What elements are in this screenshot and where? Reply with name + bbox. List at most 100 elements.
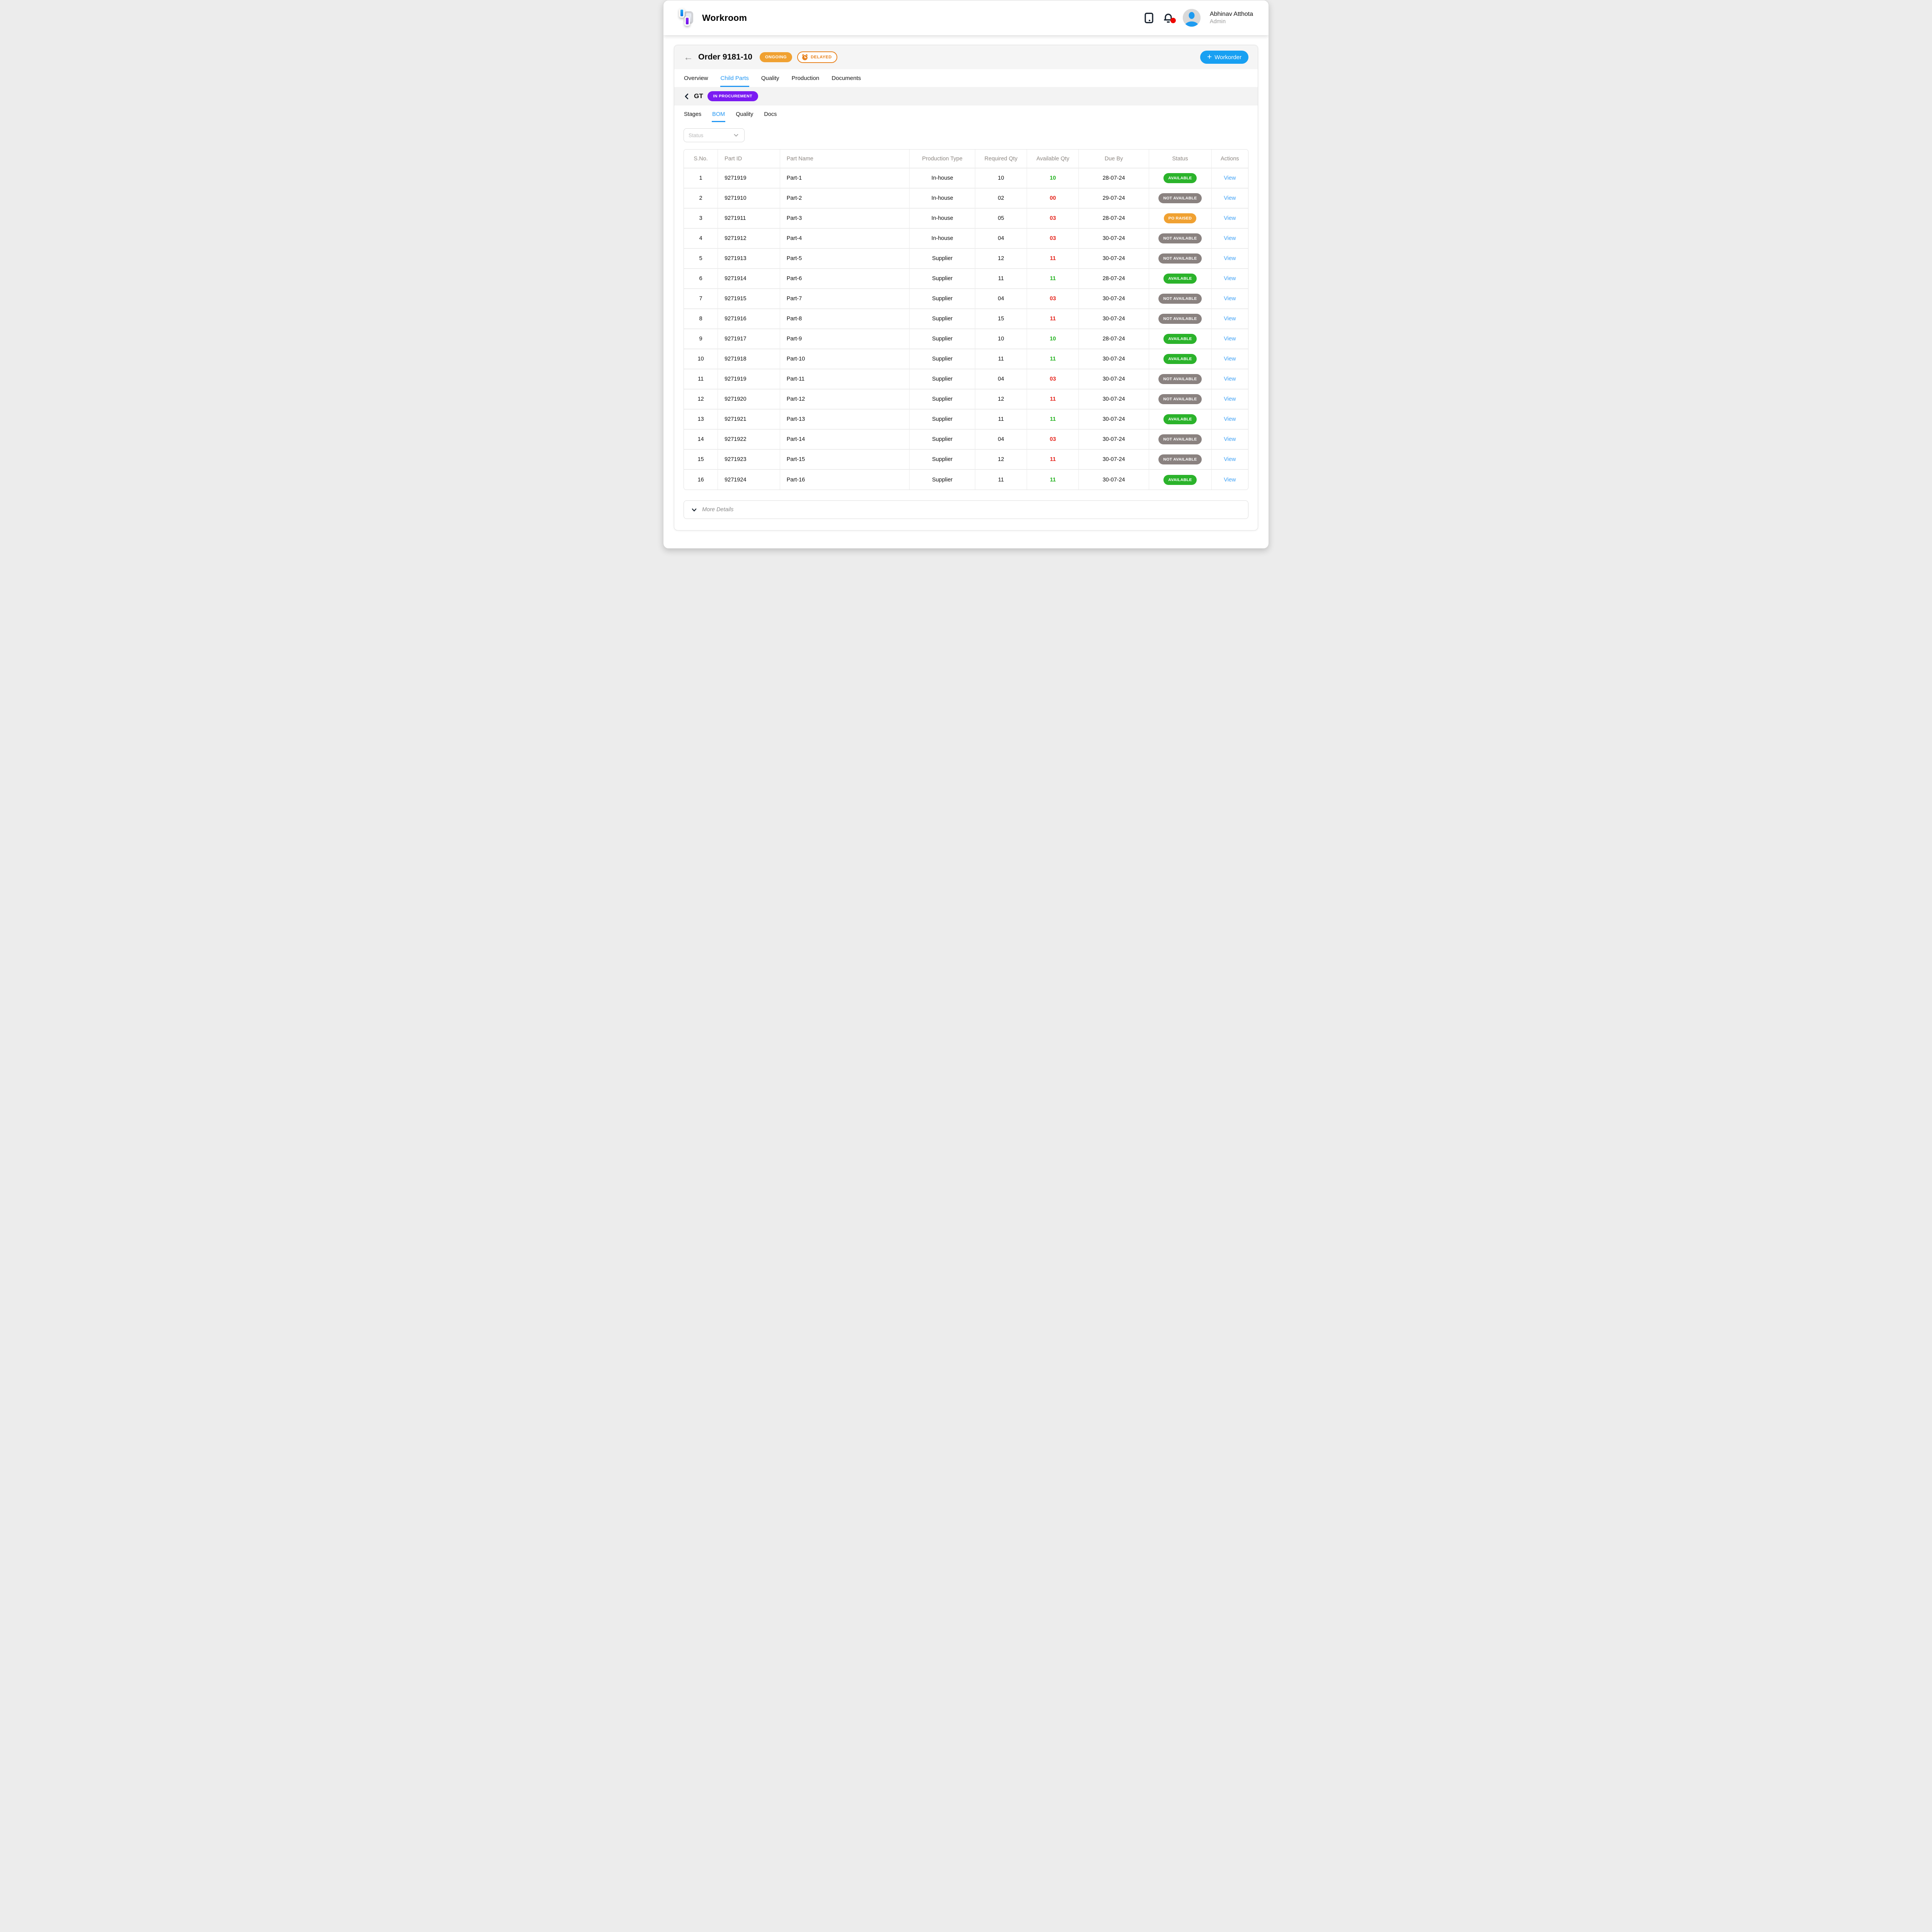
status-badge: NOT AVAILABLE [1158,434,1201,444]
view-link[interactable]: View [1224,477,1236,483]
cell-due-by: 30-07-24 [1079,248,1149,269]
cell-part-name: Part-8 [780,309,910,329]
table-row: 3 9271911 Part-3 In-house 05 03 28-07-24… [684,208,1248,228]
view-link[interactable]: View [1224,456,1236,463]
tab-child-parts[interactable]: Child Parts [720,69,749,87]
cell-production-type: Supplier [910,369,975,389]
view-link[interactable]: View [1224,175,1236,181]
cell-status: AVAILABLE [1149,168,1211,188]
cell-available-qty: 11 [1027,269,1079,289]
cell-due-by: 28-07-24 [1079,208,1149,228]
tab-quality[interactable]: Quality [761,69,780,87]
cell-sno: 14 [684,429,718,449]
cell-sno: 2 [684,188,718,208]
view-link[interactable]: View [1224,255,1236,262]
view-link[interactable]: View [1224,396,1236,402]
view-link[interactable]: View [1224,296,1236,302]
cell-actions: View [1211,409,1248,429]
cell-actions: View [1211,389,1248,409]
status-badge: NOT AVAILABLE [1158,294,1201,304]
child-part-header: GT IN PROCUREMENT [674,87,1258,105]
plus-icon: + [1207,53,1212,61]
cell-status: NOT AVAILABLE [1149,449,1211,469]
cell-actions: View [1211,289,1248,309]
view-link[interactable]: View [1224,215,1236,221]
cell-required-qty: 05 [975,208,1027,228]
bell-icon[interactable] [1163,12,1173,24]
more-details-toggle[interactable]: More Details [684,500,1248,519]
chevron-left-icon[interactable] [684,93,690,100]
tab-documents[interactable]: Documents [831,69,861,87]
view-link[interactable]: View [1224,416,1236,422]
view-link[interactable]: View [1224,376,1236,382]
cell-production-type: Supplier [910,449,975,469]
notification-dot [1170,18,1176,23]
cell-part-name: Part-10 [780,349,910,369]
cell-status: AVAILABLE [1149,269,1211,289]
cell-due-by: 30-07-24 [1079,429,1149,449]
status-badge: AVAILABLE [1163,334,1196,344]
status-filter[interactable]: Status [684,128,745,142]
view-link[interactable]: View [1224,336,1236,342]
cell-status: NOT AVAILABLE [1149,188,1211,208]
cell-status: NOT AVAILABLE [1149,309,1211,329]
cell-due-by: 30-07-24 [1079,469,1149,490]
mobile-icon[interactable] [1144,12,1154,24]
cell-part-id: 9271919 [718,369,780,389]
cell-part-id: 9271912 [718,228,780,248]
procurement-badge: IN PROCUREMENT [707,91,758,101]
view-link[interactable]: View [1224,316,1236,322]
cell-available-qty: 10 [1027,168,1079,188]
user-role: Admin [1210,18,1253,25]
view-link[interactable]: View [1224,356,1236,362]
add-workorder-button[interactable]: + Workorder [1200,51,1248,64]
cell-part-id: 9271915 [718,289,780,309]
cell-part-id: 9271917 [718,329,780,349]
status-badge: NOT AVAILABLE [1158,253,1201,264]
chevron-down-icon [691,507,697,513]
delayed-badge: DELAYED [797,51,837,63]
cell-available-qty: 11 [1027,469,1079,490]
avatar[interactable] [1183,9,1201,27]
cell-sno: 12 [684,389,718,409]
status-badge: AVAILABLE [1163,475,1196,485]
table-row: 9 9271917 Part-9 Supplier 10 10 28-07-24… [684,329,1248,349]
view-link[interactable]: View [1224,436,1236,442]
bom-table: S.No.Part IDPart NameProduction TypeRequ… [684,149,1248,490]
cell-sno: 16 [684,469,718,490]
table-row: 2 9271910 Part-2 In-house 02 00 29-07-24… [684,188,1248,208]
cell-actions: View [1211,269,1248,289]
table-row: 8 9271916 Part-8 Supplier 15 11 30-07-24… [684,309,1248,329]
delayed-badge-label: DELAYED [811,55,832,60]
cell-actions: View [1211,309,1248,329]
subtab-quality[interactable]: Quality [735,106,753,122]
tab-overview[interactable]: Overview [684,69,709,87]
subtab-bom[interactable]: BOM [712,106,725,122]
cell-required-qty: 12 [975,449,1027,469]
column-header-actions: Actions [1211,150,1248,168]
cell-actions: View [1211,349,1248,369]
view-link[interactable]: View [1224,235,1236,242]
cell-due-by: 30-07-24 [1079,228,1149,248]
status-badge: AVAILABLE [1163,354,1196,364]
tab-production[interactable]: Production [791,69,820,87]
cell-part-id: 9271911 [718,208,780,228]
table-row: 6 9271914 Part-6 Supplier 11 11 28-07-24… [684,269,1248,289]
cell-due-by: 30-07-24 [1079,309,1149,329]
cell-available-qty: 11 [1027,389,1079,409]
subtab-stages[interactable]: Stages [684,106,702,122]
cell-part-id: 9271910 [718,188,780,208]
cell-part-id: 9271916 [718,309,780,329]
cell-part-name: Part-6 [780,269,910,289]
subtab-docs[interactable]: Docs [764,106,777,122]
cell-required-qty: 04 [975,429,1027,449]
view-link[interactable]: View [1224,276,1236,282]
back-arrow-icon[interactable]: ← [684,53,693,62]
cell-sno: 1 [684,168,718,188]
view-link[interactable]: View [1224,195,1236,201]
topbar: Workroom [663,0,1269,35]
cell-sno: 9 [684,329,718,349]
cell-production-type: Supplier [910,429,975,449]
cell-required-qty: 11 [975,349,1027,369]
cell-required-qty: 15 [975,309,1027,329]
